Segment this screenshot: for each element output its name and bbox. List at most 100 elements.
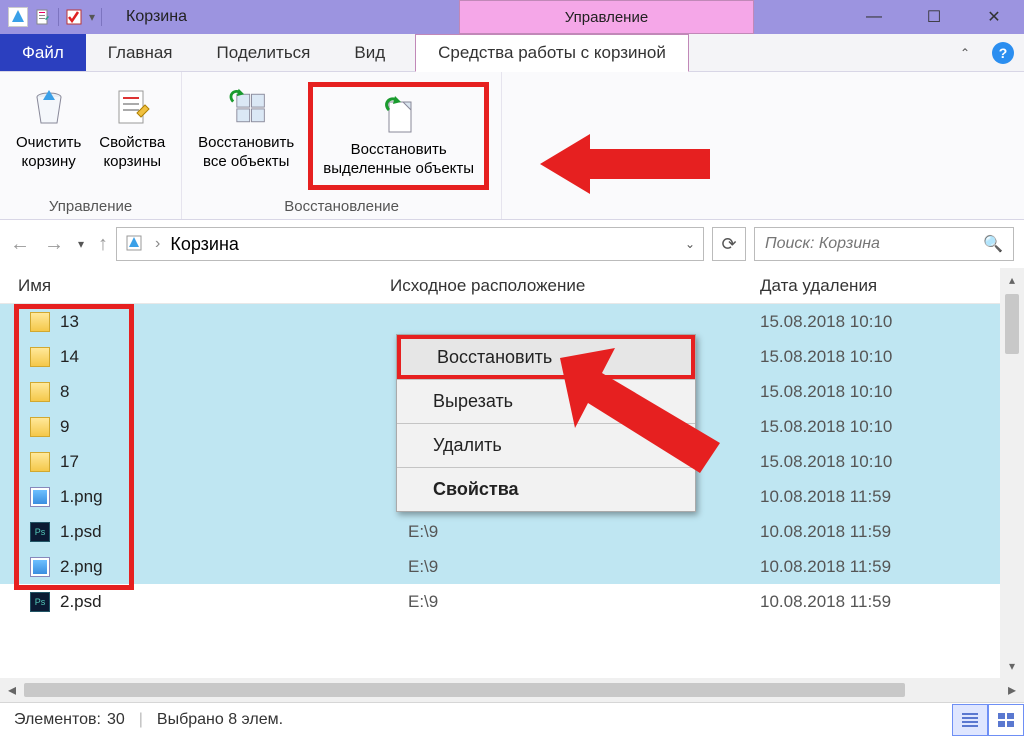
view-details-button[interactable] xyxy=(952,704,988,736)
restore-all-button[interactable]: Восстановитьвсе объекты xyxy=(194,82,298,176)
title-bar: ▾ Корзина Управление — ☐ ✕ xyxy=(0,0,1024,34)
file-list: Имя Исходное расположение Дата удаления … xyxy=(0,268,1024,678)
column-orig-location[interactable]: Исходное расположение xyxy=(390,276,760,296)
refresh-button[interactable]: ⟳ xyxy=(712,227,746,261)
file-name: 9 xyxy=(60,417,69,437)
help-icon[interactable]: ? xyxy=(992,42,1014,64)
empty-recycle-bin-button[interactable]: Очиститькорзину xyxy=(12,82,85,176)
search-icon[interactable]: 🔍 xyxy=(983,234,1003,254)
view-thumbnails-button[interactable] xyxy=(988,704,1024,736)
tab-file[interactable]: Файл xyxy=(0,34,86,71)
tab-home[interactable]: Главная xyxy=(86,34,195,71)
tab-view[interactable]: Вид xyxy=(332,34,407,71)
restore-selected-icon xyxy=(377,93,421,137)
scroll-right-icon[interactable]: ▸ xyxy=(1000,680,1024,700)
file-name: 13 xyxy=(60,312,79,332)
column-date-deleted[interactable]: Дата удаления xyxy=(760,276,1024,296)
file-name: 8 xyxy=(60,382,69,402)
scroll-up-icon[interactable]: ▴ xyxy=(1000,268,1024,292)
nav-up-button[interactable]: ↑ xyxy=(98,233,108,256)
table-row[interactable]: Ps2.psdE:\910.08.2018 11:59 xyxy=(0,584,1024,619)
annotation-arrow-icon xyxy=(540,124,720,204)
address-input[interactable]: › Корзина ⌄ xyxy=(116,227,704,261)
empty-bin-icon xyxy=(27,86,71,130)
column-name[interactable]: Имя xyxy=(0,276,390,296)
annotation-arrow-icon xyxy=(560,348,730,478)
address-dropdown-icon[interactable]: ⌄ xyxy=(685,237,695,251)
ribbon-group-manage-label: Управление xyxy=(12,196,169,215)
file-name: 1.png xyxy=(60,487,103,507)
file-date: 10.08.2018 11:59 xyxy=(760,487,1024,507)
ribbon: Очиститькорзину Свойствакорзины Управлен… xyxy=(0,72,1024,220)
file-name: 1.psd xyxy=(60,522,102,542)
hscroll-thumb[interactable] xyxy=(24,683,905,697)
file-date: 15.08.2018 10:10 xyxy=(760,452,1024,472)
qat-dropdown-icon[interactable]: ▾ xyxy=(89,10,95,24)
vertical-scrollbar[interactable]: ▴ ▾ xyxy=(1000,268,1024,678)
collapse-ribbon-icon[interactable]: ⌃ xyxy=(960,46,970,60)
close-button[interactable]: ✕ xyxy=(964,0,1024,34)
file-date: 15.08.2018 10:10 xyxy=(760,382,1024,402)
column-headers: Имя Исходное расположение Дата удаления xyxy=(0,268,1024,304)
window-title: Корзина xyxy=(126,8,187,26)
restore-all-label: Восстановитьвсе объекты xyxy=(198,134,294,172)
file-date: 15.08.2018 10:10 xyxy=(760,417,1024,437)
empty-bin-label: Очиститькорзину xyxy=(16,134,81,172)
recycle-bin-properties-button[interactable]: Свойствакорзины xyxy=(95,82,169,176)
maximize-button[interactable]: ☐ xyxy=(904,0,964,34)
restore-selected-label: Восстановитьвыделенные объекты xyxy=(323,141,474,179)
file-name: 14 xyxy=(60,347,79,367)
restore-all-icon xyxy=(224,86,268,130)
context-tab-title: Управление xyxy=(459,0,754,34)
psd-file-icon: Ps xyxy=(30,592,50,612)
bin-props-label: Свойствакорзины xyxy=(99,134,165,172)
ribbon-group-manage: Очиститькорзину Свойствакорзины Управлен… xyxy=(0,72,182,219)
checkbox-qat-icon[interactable] xyxy=(65,8,83,26)
file-date: 15.08.2018 10:10 xyxy=(760,347,1024,367)
file-date: 10.08.2018 11:59 xyxy=(760,522,1024,542)
file-name: 2.png xyxy=(60,557,103,577)
ribbon-group-restore-label: Восстановление xyxy=(194,196,489,215)
search-box[interactable]: 🔍 xyxy=(754,227,1014,261)
image-file-icon xyxy=(30,487,50,507)
folder-icon xyxy=(30,452,50,472)
breadcrumb-location[interactable]: Корзина xyxy=(170,234,239,255)
status-elements-count: 30 xyxy=(107,711,125,729)
minimize-button[interactable]: — xyxy=(844,0,904,34)
folder-icon xyxy=(30,312,50,332)
address-bar: ← → ▾ ↑ › Корзина ⌄ ⟳ 🔍 xyxy=(0,220,1024,268)
status-elements-label: Элементов: xyxy=(14,711,101,729)
folder-icon xyxy=(30,382,50,402)
scroll-left-icon[interactable]: ◂ xyxy=(0,680,24,700)
restore-selected-button[interactable]: Восстановитьвыделенные объекты xyxy=(308,82,489,190)
file-name: 17 xyxy=(60,452,79,472)
table-row[interactable]: Ps1.psdE:\910.08.2018 11:59 xyxy=(0,514,1024,549)
nav-history-dropdown-icon[interactable]: ▾ xyxy=(78,237,84,251)
folder-icon xyxy=(30,347,50,367)
scroll-thumb[interactable] xyxy=(1005,294,1019,354)
tab-share[interactable]: Поделиться xyxy=(195,34,333,71)
file-date: 15.08.2018 10:10 xyxy=(760,312,1024,332)
ribbon-group-restore: Восстановитьвсе объекты Восстановитьвыде… xyxy=(182,72,502,219)
tab-recycle-tools[interactable]: Средства работы с корзиной xyxy=(415,34,689,72)
scroll-down-icon[interactable]: ▾ xyxy=(1000,654,1024,678)
recycle-bin-icon xyxy=(8,7,28,27)
bin-props-icon xyxy=(110,86,154,130)
psd-file-icon: Ps xyxy=(30,522,50,542)
horizontal-scrollbar[interactable]: ◂ ▸ xyxy=(0,678,1024,702)
image-file-icon xyxy=(30,557,50,577)
search-input[interactable] xyxy=(765,235,983,253)
file-date: 10.08.2018 11:59 xyxy=(760,557,1024,577)
status-selected: Выбрано 8 элем. xyxy=(157,711,283,729)
breadcrumb-chevron-icon[interactable]: › xyxy=(155,235,160,253)
file-date: 10.08.2018 11:59 xyxy=(760,592,1024,612)
window-controls: — ☐ ✕ xyxy=(844,0,1024,34)
nav-forward-button[interactable]: → xyxy=(44,233,64,256)
file-location: E:\9 xyxy=(390,557,760,577)
nav-back-button[interactable]: ← xyxy=(10,233,30,256)
properties-qat-icon[interactable] xyxy=(34,8,52,26)
file-name: 2.psd xyxy=(60,592,102,612)
folder-icon xyxy=(30,417,50,437)
ribbon-tabs: Файл Главная Поделиться Вид Средства раб… xyxy=(0,34,1024,72)
table-row[interactable]: 2.png E:\910.08.2018 11:59 xyxy=(0,549,1024,584)
